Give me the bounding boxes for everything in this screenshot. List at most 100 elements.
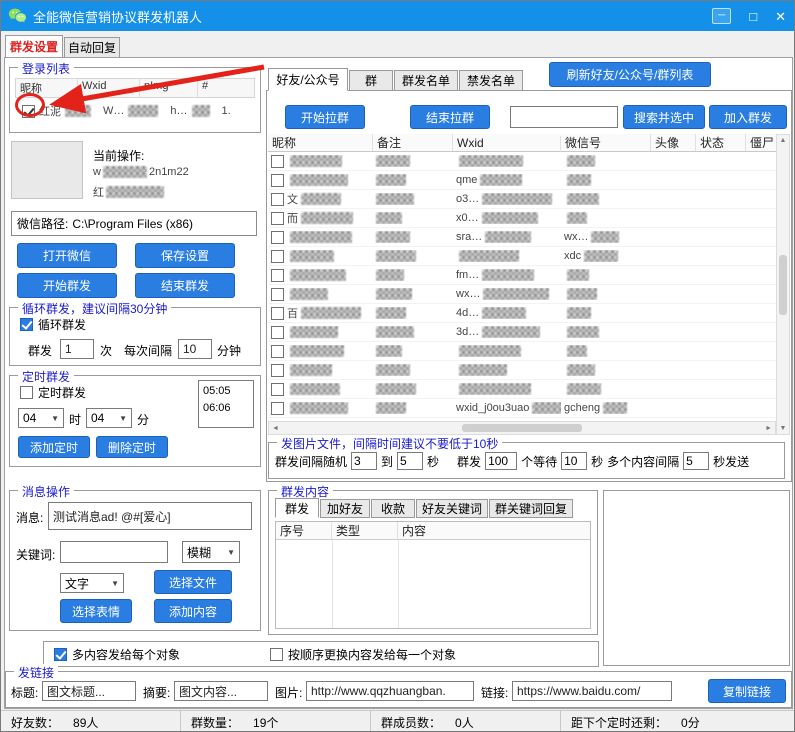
start-pull-button[interactable]: 开始拉群 (285, 105, 365, 129)
save-settings-button[interactable]: 保存设置 (135, 243, 235, 268)
friend-row[interactable]: wx… (268, 285, 776, 304)
friend-row[interactable] (268, 380, 776, 399)
content-tab-send[interactable]: 群发 (275, 498, 319, 518)
row-checkbox[interactable] (271, 326, 284, 339)
multi-content-interval-input[interactable] (683, 452, 709, 470)
end-send-button[interactable]: 结束群发 (135, 273, 235, 298)
preview-box[interactable] (603, 490, 790, 666)
login-list-row[interactable]: 红泥 W… h… 1. (15, 98, 255, 124)
scroll-thumb[interactable] (779, 255, 787, 315)
tab-send-list[interactable]: 群发名单 (394, 70, 458, 91)
friend-row[interactable]: qme (268, 171, 776, 190)
tab-auto-reply[interactable]: 自动回复 (64, 37, 120, 58)
friend-row[interactable]: wxid_j0ou3uaogcheng (268, 399, 776, 418)
keyword-input[interactable] (60, 541, 168, 563)
friend-row[interactable]: 文o3… (268, 190, 776, 209)
row-checkbox[interactable] (271, 174, 284, 187)
link-summary-input[interactable] (174, 681, 268, 701)
scroll-right-icon[interactable]: ► (765, 425, 772, 432)
friend-row[interactable]: xdc (268, 247, 776, 266)
row-checkbox[interactable] (271, 402, 284, 415)
timed-time-item[interactable]: 05:05 (203, 383, 249, 400)
hour-select[interactable]: 04▼ (18, 408, 64, 428)
content-tab-payment[interactable]: 收款 (371, 499, 415, 518)
message-input[interactable] (48, 502, 252, 530)
timed-times-list[interactable]: 05:05 06:06 (198, 380, 254, 428)
timed-time-item[interactable]: 06:06 (203, 400, 249, 417)
scroll-down-icon[interactable]: ▼ (780, 425, 787, 432)
open-wechat-button[interactable]: 打开微信 (17, 243, 117, 268)
batch-count-input[interactable] (485, 452, 517, 470)
tab-block-list[interactable]: 禁发名单 (459, 70, 523, 91)
link-image-input[interactable] (306, 681, 474, 701)
row-checkbox[interactable] (271, 250, 284, 263)
friend-row[interactable]: sra…wx… (268, 228, 776, 247)
content-tab-add-friend[interactable]: 加好友 (320, 499, 370, 518)
loop-count-input[interactable] (60, 339, 94, 359)
wechat-path-box[interactable]: 微信路径: C:\Program Files (x86) (11, 211, 257, 236)
minimize-button[interactable]: ─ (712, 8, 731, 24)
login-row-checkbox[interactable] (22, 105, 35, 118)
friends-vertical-scrollbar[interactable]: ▲ ▼ (776, 134, 790, 435)
row-checkbox[interactable] (271, 345, 284, 358)
content-type-select[interactable]: 文字▼ (60, 573, 124, 593)
start-send-button[interactable]: 开始群发 (17, 273, 117, 298)
scroll-left-icon[interactable]: ◄ (272, 425, 279, 432)
link-title-input[interactable] (42, 681, 136, 701)
end-pull-button[interactable]: 结束拉群 (410, 105, 490, 129)
select-emoji-button[interactable]: 选择表情 (60, 599, 132, 623)
row-checkbox[interactable] (271, 364, 284, 377)
loop-interval-input[interactable] (178, 339, 212, 359)
scroll-thumb[interactable] (462, 424, 582, 432)
tab-mass-send-settings[interactable]: 群发设置 (5, 35, 63, 58)
row-checkbox[interactable] (271, 288, 284, 301)
add-content-button[interactable]: 添加内容 (154, 599, 232, 623)
multi-content-checkbox[interactable] (54, 648, 67, 661)
interval-min-input[interactable] (351, 452, 377, 470)
friend-row[interactable] (268, 152, 776, 171)
row-checkbox[interactable] (271, 193, 284, 206)
join-send-button[interactable]: 加入群发 (709, 105, 787, 129)
status-group-count: 群数量：19个 (181, 711, 371, 732)
row-checkbox[interactable] (271, 383, 284, 396)
row-checkbox[interactable] (271, 269, 284, 282)
row-checkbox[interactable] (271, 212, 284, 225)
blurred-wechat-id (567, 307, 591, 319)
friend-row[interactable]: fm… (268, 266, 776, 285)
blurred-wxid (459, 383, 531, 395)
friend-row[interactable]: 百4d… (268, 304, 776, 323)
maximize-button[interactable]: □ (749, 10, 757, 23)
friend-row[interactable]: 而x0… (268, 209, 776, 228)
copy-link-button[interactable]: 复制链接 (708, 679, 786, 703)
interval-max-input[interactable] (397, 452, 423, 470)
loop-send-checkbox-row[interactable]: 循环群发 (20, 316, 86, 333)
content-tab-friend-keyword[interactable]: 好友关键词 (416, 499, 488, 518)
minute-select[interactable]: 04▼ (86, 408, 132, 428)
row-checkbox[interactable] (271, 155, 284, 168)
friends-horizontal-scrollbar[interactable]: ◄ ► (268, 421, 776, 435)
tab-friends[interactable]: 好友/公众号 (268, 68, 348, 91)
scroll-up-icon[interactable]: ▲ (780, 137, 787, 144)
tab-groups[interactable]: 群 (349, 70, 393, 91)
batch-wait-input[interactable] (561, 452, 587, 470)
timed-send-checkbox-row[interactable]: 定时群发 (20, 384, 86, 401)
refresh-list-button[interactable]: 刷新好友/公众号/群列表 (549, 62, 711, 87)
search-input[interactable] (510, 106, 618, 128)
link-url-input[interactable] (512, 681, 672, 701)
row-checkbox[interactable] (271, 231, 284, 244)
add-timer-button[interactable]: 添加定时 (18, 436, 90, 458)
close-button[interactable]: ✕ (775, 10, 786, 23)
friend-row[interactable] (268, 361, 776, 380)
match-mode-select[interactable]: 模糊▼ (182, 541, 240, 563)
blurred-remark (376, 345, 402, 357)
row-checkbox[interactable] (271, 307, 284, 320)
content-tab-group-keyword[interactable]: 群关键词回复 (489, 499, 573, 518)
select-file-button[interactable]: 选择文件 (154, 570, 232, 594)
friend-row[interactable] (268, 342, 776, 361)
search-select-button[interactable]: 搜索并选中 (623, 105, 705, 129)
friend-row[interactable]: 3d… (268, 323, 776, 342)
sequential-checkbox[interactable] (270, 648, 283, 661)
loop-send-checkbox[interactable] (20, 318, 33, 331)
delete-timer-button[interactable]: 删除定时 (96, 436, 168, 458)
timed-send-checkbox[interactable] (20, 386, 33, 399)
